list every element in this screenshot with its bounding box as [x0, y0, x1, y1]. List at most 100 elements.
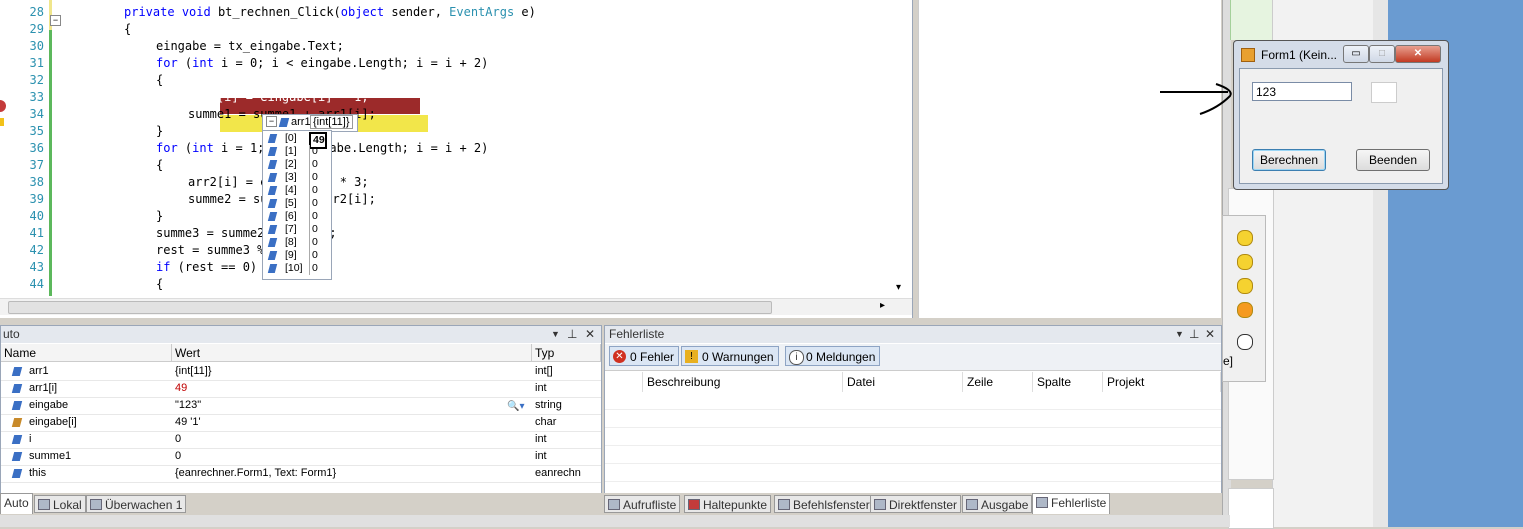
- smile-icon[interactable]: [1237, 230, 1253, 246]
- error-list-body[interactable]: [605, 392, 1221, 492]
- tab-label: Befehlsfenster: [793, 498, 870, 512]
- beenden-button[interactable]: Beenden: [1356, 149, 1430, 171]
- collapse-icon[interactable]: −: [50, 15, 61, 26]
- dropdown-icon[interactable]: ▼: [1175, 326, 1184, 343]
- button-label: 0 Fehler: [630, 350, 675, 364]
- column-header-project[interactable]: Projekt: [1103, 372, 1221, 392]
- datatip-list[interactable]: [0] 49 [1] 0 [2] 0 [3] 0 [4] 0 [5] 0 [6] 0 [7] 0 [8] 0 [9]…: [262, 130, 332, 280]
- code-line: private void bt_rechnen_Click(object sen…: [124, 5, 536, 19]
- datatip-item[interactable]: [8] 0: [263, 236, 331, 249]
- pin-icon[interactable]: ⊥: [1189, 326, 1199, 343]
- column-header-index[interactable]: [605, 372, 643, 392]
- designer-pane: [918, 0, 1221, 318]
- auto-window-titlebar[interactable]: uto ▼ ⊥ ✕: [1, 326, 601, 343]
- auto-window[interactable]: uto ▼ ⊥ ✕ Name Wert Typ arr1 {int[11]} int…: [0, 325, 602, 495]
- surprised-icon[interactable]: [1237, 334, 1253, 350]
- dropdown-icon[interactable]: ▼: [551, 326, 560, 343]
- error-list-titlebar[interactable]: Fehlerliste ▼ ⊥ ✕: [605, 326, 1221, 343]
- datatip-item[interactable]: [3] 0: [263, 171, 331, 184]
- variable-value[interactable]: "123": [175, 397, 201, 414]
- datatip-item[interactable]: [9] 0: [263, 249, 331, 262]
- tab-ueberwachen[interactable]: Überwachen 1: [86, 495, 187, 513]
- variable-name: i: [29, 433, 32, 445]
- result-textbox[interactable]: [1371, 82, 1397, 103]
- error-icon: ✕: [613, 350, 626, 363]
- datatip-item[interactable]: [0] 49: [263, 132, 331, 149]
- scrollbar-thumb[interactable]: [8, 301, 772, 314]
- auto-row[interactable]: arr1 {int[11]} int[]: [1, 363, 601, 381]
- close-icon[interactable]: ✕: [1205, 326, 1215, 343]
- pin-icon[interactable]: ⊥: [567, 326, 577, 343]
- tab-aufrufliste[interactable]: Aufrufliste: [604, 495, 681, 513]
- scroll-down-icon[interactable]: ▾: [896, 282, 901, 293]
- warnings-filter-button[interactable]: ! 0 Warnungen: [681, 346, 779, 366]
- messages-filter-button[interactable]: i0 Meldungen: [785, 346, 881, 366]
- collapse-icon[interactable]: −: [266, 116, 277, 127]
- column-header-description[interactable]: Beschreibung: [643, 372, 843, 392]
- grin-icon[interactable]: [1237, 254, 1253, 270]
- scroll-right-icon[interactable]: ▸: [880, 300, 885, 311]
- variable-name: arr1[i]: [29, 382, 58, 394]
- column-header-type[interactable]: Typ: [532, 344, 601, 362]
- error-list-window[interactable]: Fehlerliste ▼ ⊥ ✕ ✕ 0 Fehler ! 0 Warnungen…: [604, 325, 1222, 495]
- field-icon: [267, 186, 278, 195]
- variable-value[interactable]: {eanrechner.Form1, Text: Form1}: [175, 465, 336, 482]
- datatip-item[interactable]: [4] 0: [263, 184, 331, 197]
- datatip-item[interactable]: [5] 0: [263, 197, 331, 210]
- variable-value[interactable]: 0: [175, 448, 181, 465]
- auto-row[interactable]: arr1[i] 49 int: [1, 380, 601, 398]
- variable-name: eingabe: [29, 399, 69, 411]
- variable-icon: [11, 401, 23, 410]
- tab-ausgabe[interactable]: Ausgabe: [962, 495, 1033, 513]
- line-number: 30: [29, 39, 44, 53]
- datatip-item-value: 0: [309, 197, 318, 210]
- tab-direktfenster[interactable]: Direktfenster: [870, 495, 962, 513]
- column-header-column[interactable]: Spalte: [1033, 372, 1103, 392]
- command-icon: [778, 499, 790, 510]
- tab-befehlsfenster[interactable]: Befehlsfenster: [774, 495, 874, 513]
- variable-icon: [278, 118, 290, 127]
- auto-row[interactable]: eingabe[i] 49 '1' char: [1, 414, 601, 432]
- datatip-item[interactable]: [6] 0: [263, 210, 331, 223]
- background-window: [1230, 0, 1273, 40]
- datatip-item[interactable]: [10] 0: [263, 262, 331, 275]
- eingabe-textbox[interactable]: 123: [1252, 82, 1352, 101]
- line-number: 38: [29, 175, 44, 189]
- datatip-item[interactable]: [7] 0: [263, 223, 331, 236]
- output-tabbar: Aufrufliste Haltepunkte Befehlsfenster D…: [604, 493, 1222, 515]
- errors-filter-button[interactable]: ✕ 0 Fehler: [609, 346, 680, 366]
- tab-fehlerliste[interactable]: Fehlerliste: [1032, 493, 1111, 514]
- column-header-value[interactable]: Wert: [172, 344, 532, 362]
- column-header-file[interactable]: Datei: [843, 372, 963, 392]
- maximize-button[interactable]: □: [1369, 45, 1395, 63]
- sad-icon[interactable]: [1237, 278, 1253, 294]
- auto-row[interactable]: i 0 int: [1, 431, 601, 449]
- magnifier-icon[interactable]: 🔍▾: [507, 401, 524, 412]
- variable-value[interactable]: 49: [175, 380, 187, 397]
- datatip-item[interactable]: [1] 0: [263, 145, 331, 158]
- line-number: 43: [29, 260, 44, 274]
- devil-icon[interactable]: [1237, 302, 1253, 318]
- column-header-line[interactable]: Zeile: [963, 372, 1033, 392]
- button-label: 0 Meldungen: [806, 350, 876, 364]
- variable-value[interactable]: 49 '1': [175, 414, 201, 431]
- code-editor[interactable]: [0, 0, 913, 318]
- tab-auto[interactable]: Auto: [0, 493, 33, 514]
- variable-value[interactable]: 0: [175, 431, 181, 448]
- line-number: 28: [29, 5, 44, 19]
- tab-lokal[interactable]: Lokal: [34, 495, 86, 513]
- variable-value[interactable]: {int[11]}: [175, 363, 212, 380]
- line-number: 34: [29, 107, 44, 121]
- field-icon: [267, 160, 278, 169]
- field-icon: [267, 251, 278, 260]
- berechnen-button[interactable]: Berechnen: [1252, 149, 1326, 171]
- line-number: 32: [29, 73, 44, 87]
- close-icon[interactable]: ✕: [585, 326, 595, 343]
- close-button[interactable]: ✕: [1395, 45, 1441, 63]
- auto-row[interactable]: this {eanrechner.Form1, Text: Form1} eanre…: [1, 465, 601, 483]
- datatip-item[interactable]: [2] 0: [263, 158, 331, 171]
- auto-row[interactable]: summe1 0 int: [1, 448, 601, 466]
- minimize-button[interactable]: ▭: [1343, 45, 1369, 63]
- tab-haltepunkte[interactable]: Haltepunkte: [684, 495, 772, 513]
- column-header-name[interactable]: Name: [1, 344, 172, 362]
